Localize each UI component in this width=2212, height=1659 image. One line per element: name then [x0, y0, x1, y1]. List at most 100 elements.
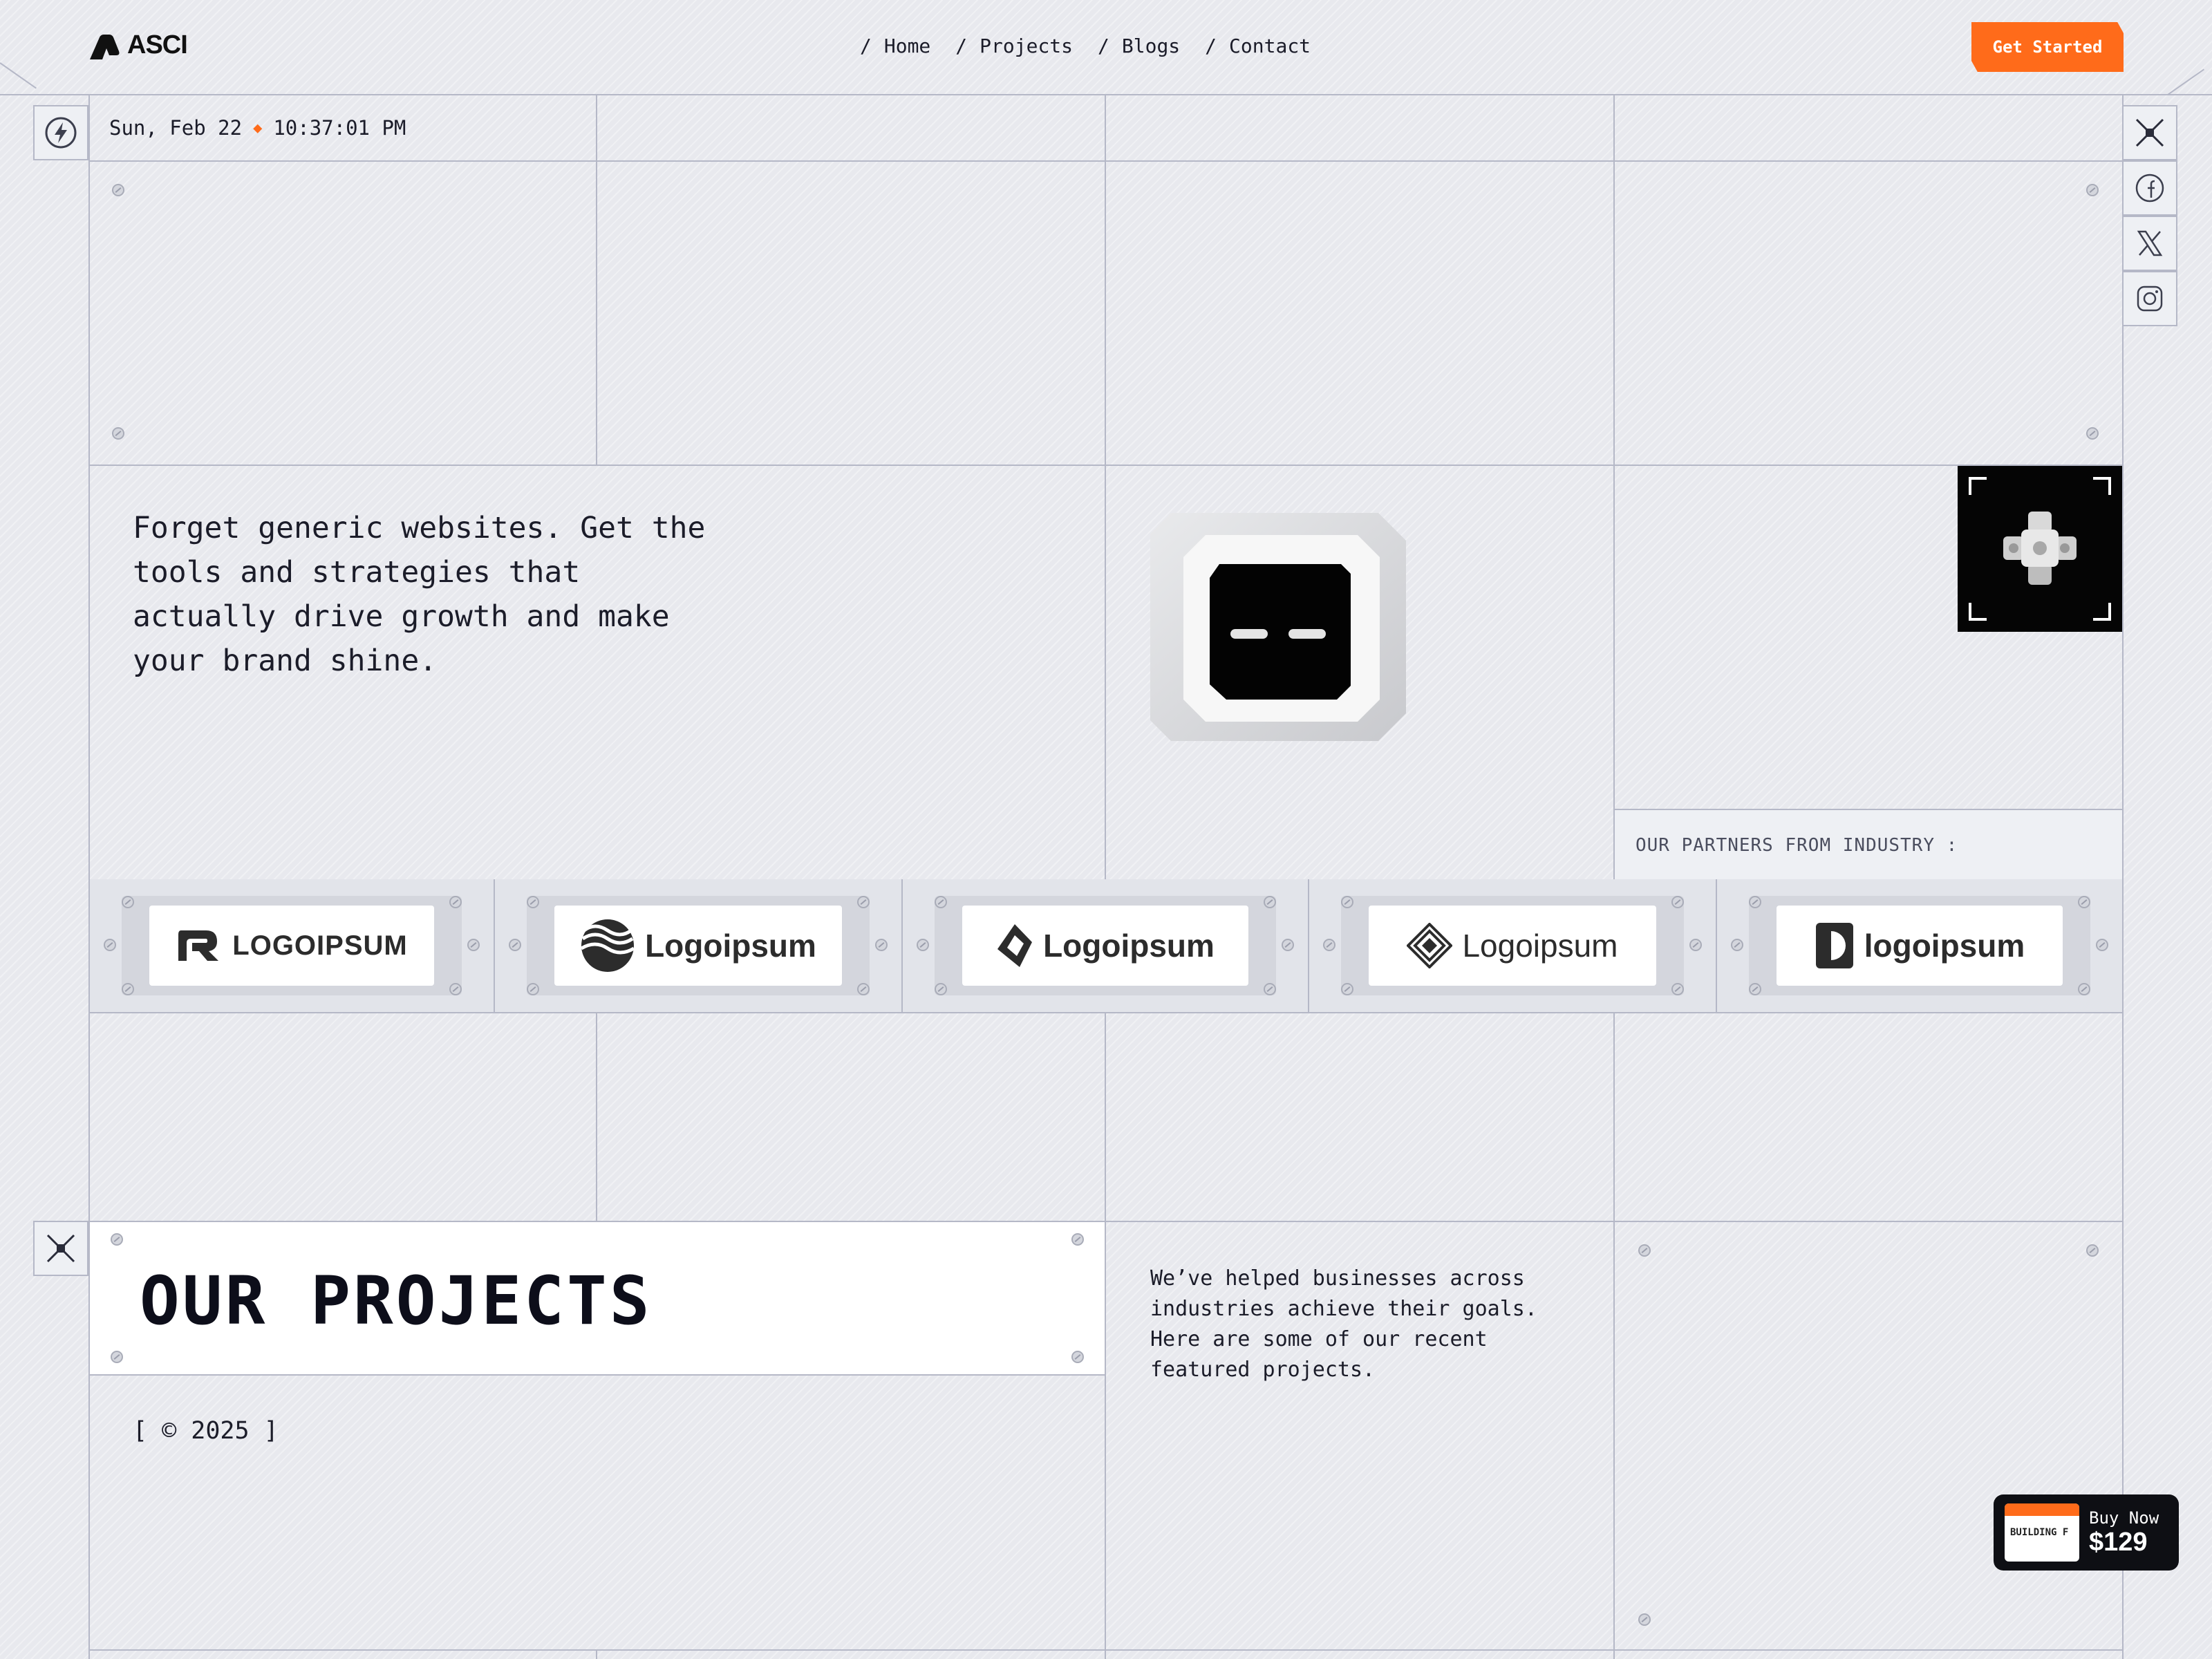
- partner-logo-tile[interactable]: LOGOIPSUM: [90, 879, 495, 1012]
- screw: [1749, 983, 1761, 995]
- partner-logo: Logoipsum: [1369, 906, 1656, 986]
- screw: [112, 184, 124, 196]
- buy-now-widget[interactable]: BUILDING F Buy Now $129: [1994, 1494, 2179, 1571]
- grid-hline: [88, 160, 2122, 162]
- grid-hline: [88, 465, 2122, 466]
- screw: [1671, 896, 1684, 908]
- partner-logo-tile[interactable]: Logoipsum: [495, 879, 903, 1012]
- screw: [1749, 896, 1761, 908]
- projects-title-box: OUR PROJECTS: [88, 1221, 1106, 1376]
- get-started-button[interactable]: Get Started: [1971, 22, 2124, 72]
- screw: [1638, 1613, 1651, 1626]
- grid-vline: [596, 1012, 597, 1221]
- grid-vline: [596, 94, 597, 465]
- screw: [1264, 983, 1276, 995]
- buy-text: Buy Now $129: [2089, 1508, 2159, 1557]
- screw: [1671, 983, 1684, 995]
- screw: [2078, 896, 2090, 908]
- facebook-link[interactable]: [2122, 160, 2177, 216]
- frame-corner: [1969, 477, 1987, 495]
- projects-description: We’ve helped businesses across industrie…: [1150, 1266, 1537, 1382]
- screw: [2096, 939, 2108, 951]
- screw: [935, 896, 947, 908]
- logoipsum-r-icon: [178, 930, 219, 961]
- screw: [112, 427, 124, 440]
- cube-preview[interactable]: [1958, 466, 2122, 632]
- frame-corner: [2093, 477, 2111, 495]
- grid-vline: [1105, 94, 1106, 879]
- screw: [104, 939, 116, 951]
- screw: [122, 983, 134, 995]
- nav-contact[interactable]: / Contact: [1205, 35, 1311, 57]
- x-twitter-icon: [2137, 230, 2163, 256]
- buy-price: $129: [2089, 1527, 2148, 1557]
- partner-logo: Logoipsum: [962, 906, 1248, 986]
- grid-vline: [1613, 94, 1615, 879]
- buy-label: Buy Now: [2089, 1508, 2159, 1528]
- product-thumbnail: BUILDING F: [2005, 1503, 2079, 1562]
- grid-vline: [2122, 94, 2124, 1659]
- diamond-logo-icon: [997, 924, 1033, 967]
- grid-hline: [88, 1012, 2122, 1013]
- partner-logo-tile[interactable]: Logoipsum: [903, 879, 1309, 1012]
- nav-home[interactable]: / Home: [860, 35, 930, 57]
- date-text: Sun, Feb 22: [109, 116, 243, 140]
- grid-vline: [596, 1649, 597, 1659]
- nav-blogs[interactable]: / Blogs: [1098, 35, 1180, 57]
- lightning-icon: [45, 117, 77, 149]
- screw: [1282, 939, 1294, 951]
- stacked-diamond-logo-icon: [1407, 923, 1453, 968]
- screw: [2086, 184, 2099, 196]
- screw: [1638, 1244, 1651, 1257]
- waves-logo-icon: [580, 919, 635, 972]
- header-left-bevel: [0, 62, 37, 89]
- projects-close-button[interactable]: [33, 1221, 88, 1276]
- header-right-bevel: [2167, 68, 2204, 95]
- screw: [111, 1351, 123, 1363]
- instagram-icon: [2137, 285, 2163, 312]
- partner-logo-tile[interactable]: Logoipsum: [1309, 879, 1717, 1012]
- projects-title: OUR PROJECTS: [140, 1262, 653, 1340]
- screw: [1341, 896, 1353, 908]
- screw: [449, 896, 462, 908]
- partner-logo: LOGOIPSUM: [149, 906, 434, 986]
- screw: [1731, 939, 1743, 951]
- partner-logo: logoipsum: [1777, 906, 2063, 986]
- time-text: 10:37:01 PM: [273, 116, 406, 140]
- close-x-icon: [2135, 118, 2164, 147]
- screw: [467, 939, 480, 951]
- screw: [111, 1233, 123, 1246]
- brand-logo-icon[interactable]: [88, 35, 120, 61]
- x-twitter-link[interactable]: [2122, 216, 2177, 271]
- screw: [2086, 427, 2099, 440]
- separator-diamond: ◆: [253, 119, 263, 137]
- screw: [1323, 939, 1335, 951]
- screw: [122, 896, 134, 908]
- grid-hline: [88, 1649, 2122, 1651]
- screw: [2078, 983, 2090, 995]
- thumbnail-text: BUILDING F: [2010, 1527, 2069, 1538]
- screw: [527, 896, 539, 908]
- hero-headline: Forget generic websites. Get the tools a…: [133, 511, 706, 678]
- screw: [1071, 1233, 1084, 1246]
- partners-label: OUR PARTNERS FROM INDUSTRY :: [1615, 809, 2122, 879]
- screw: [917, 939, 929, 951]
- screw: [875, 939, 888, 951]
- partner-logo-tile[interactable]: logoipsum: [1717, 879, 2122, 1012]
- half-circle-logo-icon: [1815, 923, 1853, 968]
- copyright-text: [ © 2025 ]: [133, 1417, 279, 1445]
- lightning-button[interactable]: [33, 105, 88, 160]
- screw: [527, 983, 539, 995]
- nav-projects[interactable]: / Projects: [955, 35, 1073, 57]
- grid-vline: [1613, 1012, 1615, 1659]
- header-divider: [0, 94, 2212, 95]
- screw: [509, 939, 521, 951]
- close-button[interactable]: [2122, 105, 2177, 160]
- facebook-icon: [2135, 174, 2164, 203]
- screw: [1689, 939, 1702, 951]
- grid-vline: [88, 94, 90, 1659]
- partner-logo: Logoipsum: [554, 906, 842, 986]
- instagram-link[interactable]: [2122, 271, 2177, 326]
- thumbnail-stripe: [2005, 1503, 2079, 1516]
- brand-name[interactable]: ASCI: [127, 30, 188, 60]
